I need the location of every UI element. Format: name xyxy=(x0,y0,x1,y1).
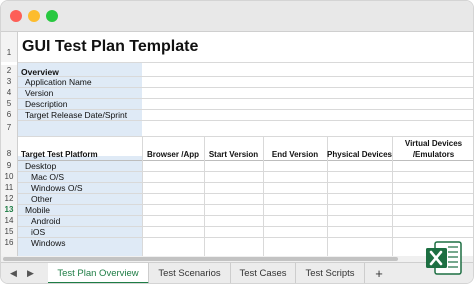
grid-line xyxy=(17,32,18,256)
platform-label: Desktop xyxy=(25,161,57,171)
row-number[interactable]: 6 xyxy=(1,109,17,120)
window-titlebar xyxy=(1,1,473,32)
grid-line xyxy=(18,98,473,99)
excel-icon xyxy=(426,241,462,275)
row-number-active[interactable]: 13 xyxy=(1,204,17,215)
grid-line xyxy=(18,226,473,227)
column-header-target-platform: Target Test Platform xyxy=(21,150,98,159)
grid-line xyxy=(18,193,473,194)
grid-line xyxy=(18,136,473,137)
platform-label: Windows xyxy=(31,238,66,248)
row-number[interactable]: 9 xyxy=(1,160,17,171)
row-number[interactable]: 5 xyxy=(1,98,17,109)
row-number[interactable]: 12 xyxy=(1,193,17,204)
platform-label: Windows O/S xyxy=(31,183,83,193)
grid-line xyxy=(18,160,473,161)
tab-test-scripts[interactable]: Test Scripts xyxy=(296,263,365,283)
tab-test-plan-overview[interactable]: Test Plan Overview xyxy=(48,263,149,283)
tab-test-scenarios[interactable]: Test Scenarios xyxy=(149,263,231,283)
scrollbar-thumb[interactable] xyxy=(3,257,398,261)
close-window-button[interactable] xyxy=(10,10,22,22)
tab-test-cases[interactable]: Test Cases xyxy=(231,263,296,283)
overview-field-label: Application Name xyxy=(25,77,92,87)
maximize-window-button[interactable] xyxy=(46,10,58,22)
page-title: GUI Test Plan Template xyxy=(22,38,199,55)
overview-field-label: Description xyxy=(25,99,68,109)
grid-line xyxy=(18,204,473,205)
previous-sheet-icon[interactable]: ◀ xyxy=(10,268,17,279)
grid-line xyxy=(18,237,473,238)
row-number[interactable]: 15 xyxy=(1,226,17,237)
row-number[interactable]: 3 xyxy=(1,76,17,87)
column-header-browser-app: Browser /App xyxy=(146,150,199,159)
sheet-tab-bar: ◀ ▶ Test Plan Overview Test Scenarios Te… xyxy=(1,262,473,283)
overview-field-label: Target Release Date/Sprint xyxy=(25,110,128,120)
spreadsheet-window: 1 2 3 4 5 6 7 8 9 10 11 12 13 14 15 16 G… xyxy=(0,0,474,284)
row-number[interactable]: 11 xyxy=(1,182,17,193)
column-header-emulators: /Emulators xyxy=(412,150,455,159)
grid-line xyxy=(18,215,473,216)
grid-line xyxy=(18,182,473,183)
overview-field-label: Version xyxy=(25,88,54,98)
platform-label: Mobile xyxy=(25,205,51,215)
row-number[interactable]: 14 xyxy=(1,215,17,226)
platform-label: Android xyxy=(31,216,61,226)
row-number[interactable]: 8 xyxy=(1,136,17,160)
next-sheet-icon[interactable]: ▶ xyxy=(27,268,34,279)
grid-line xyxy=(18,171,473,172)
row-number[interactable]: 7 xyxy=(1,120,17,136)
row-number[interactable]: 16 xyxy=(1,237,17,256)
column-header-virtual-devices: Virtual Devices xyxy=(404,139,463,148)
platform-label: Other xyxy=(31,194,53,204)
sheet-grid[interactable]: 1 2 3 4 5 6 7 8 9 10 11 12 13 14 15 16 G… xyxy=(1,32,473,256)
row-number[interactable]: 2 xyxy=(1,65,17,76)
minimize-window-button[interactable] xyxy=(28,10,40,22)
column-header-physical-devices: Physical Devices xyxy=(327,150,392,159)
grid-line xyxy=(18,62,473,63)
row-number[interactable]: 1 xyxy=(1,32,17,62)
add-sheet-button[interactable]: + xyxy=(365,263,393,283)
row-number[interactable]: 4 xyxy=(1,87,17,98)
row-number[interactable]: 10 xyxy=(1,171,17,182)
column-header-end-version: End Version xyxy=(271,150,319,159)
platform-label: Mac O/S xyxy=(31,172,65,182)
column-header-start-version: Start Version xyxy=(208,150,259,159)
platform-label: iOS xyxy=(31,227,46,237)
